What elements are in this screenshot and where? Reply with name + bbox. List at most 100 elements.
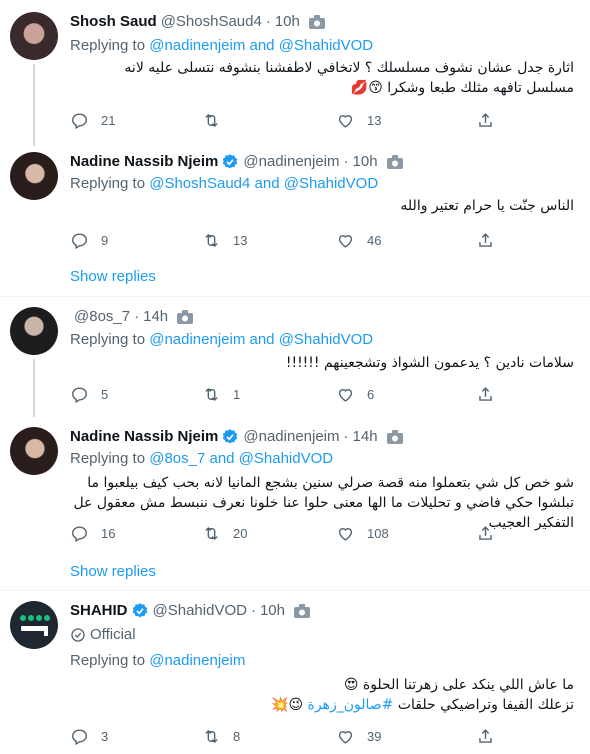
reply-icon [72, 232, 87, 249]
replying-link[interactable]: @8os_7 and @ShahidVOD [149, 450, 333, 467]
reply-icon [72, 386, 87, 403]
retweet-button[interactable]: 1 [202, 382, 240, 406]
action-bar: 5 1 6 [70, 382, 510, 406]
heart-icon [338, 234, 353, 248]
avatar[interactable] [10, 152, 58, 200]
avatar[interactable] [10, 12, 58, 60]
like-button[interactable]: 39 [336, 724, 381, 748]
author-name[interactable]: Shosh Saud [70, 12, 157, 32]
avatar[interactable] [10, 427, 58, 475]
retweet-button[interactable]: 8 [202, 724, 240, 748]
retweet-button[interactable]: 20 [202, 521, 247, 545]
like-button[interactable]: 13 [336, 108, 381, 132]
action-bar: 3 8 39 [70, 724, 510, 748]
replying-to: Replying to @nadinenjeim and @ShahidVOD [70, 36, 373, 56]
replying-prefix: Replying to [70, 450, 146, 467]
timestamp[interactable]: 10h [275, 12, 300, 32]
replying-to: Replying to @8os_7 and @ShahidVOD [70, 449, 333, 469]
tweet-shosh-saud[interactable]: Shosh Saud @ShoshSaud4 · 10h Replying to… [0, 0, 590, 146]
replying-prefix: Replying to [70, 331, 146, 348]
tweet-text-line-2: تزعلك الفيفا وتراضيكي حلقات #صالون_زهرة … [74, 695, 574, 715]
like-count: 108 [367, 525, 389, 541]
retweet-icon [205, 233, 218, 247]
author-name[interactable]: Nadine Nassib Njeim [70, 152, 218, 172]
replying-link[interactable]: @nadinenjeim [149, 652, 245, 669]
avatar[interactable] [10, 601, 58, 649]
retweet-icon [205, 729, 218, 743]
replying-link[interactable]: @ShoshSaud4 and @ShahidVOD [149, 175, 378, 192]
share-icon [479, 386, 492, 401]
retweet-count: 20 [233, 525, 248, 541]
share-button[interactable] [476, 228, 495, 252]
camera-icon [177, 310, 194, 324]
tweet-text: اثارة جدل عشان نشوف مسلسلك ؟ لاتخافي لاط… [124, 60, 574, 96]
tweet-shahid[interactable]: SHAHID @ShahidVOD · 10h Official Replyin… [0, 591, 590, 754]
dot-separator: · [343, 153, 349, 170]
share-button[interactable] [476, 108, 495, 132]
retweet-button[interactable]: 13 [202, 228, 247, 252]
text-post: 😉💥 [271, 697, 308, 713]
reply-button[interactable]: 9 [70, 228, 108, 252]
reply-icon [72, 525, 87, 542]
reply-button[interactable]: 16 [70, 521, 115, 545]
reply-button[interactable]: 21 [70, 108, 115, 132]
share-button[interactable] [476, 382, 495, 406]
reply-icon [72, 112, 87, 129]
dot-separator: · [265, 13, 271, 30]
author-handle[interactable]: @ShahidVOD [153, 601, 247, 621]
official-label: Official [70, 626, 136, 643]
replying-prefix: Replying to [70, 37, 146, 54]
official-badge-icon [71, 627, 85, 642]
hashtag-link[interactable]: #صالون_زهرة [308, 697, 394, 713]
like-button[interactable]: 108 [336, 521, 389, 545]
show-replies-link[interactable]: Show replies [70, 268, 156, 285]
replying-link[interactable]: @nadinenjeim and @ShahidVOD [149, 37, 373, 54]
verified-badge-icon [223, 429, 238, 444]
tweet-nadine-1[interactable]: Nadine Nassib Njeim @nadinenjeim · 10h R… [0, 146, 590, 296]
action-bar: 21 13 [70, 108, 510, 132]
retweet-count: 8 [233, 728, 241, 744]
reply-count: 16 [101, 525, 116, 541]
retweet-icon [205, 526, 218, 540]
like-button[interactable]: 46 [336, 228, 381, 252]
camera-icon [386, 155, 403, 169]
retweet-count: 13 [233, 232, 248, 248]
share-button[interactable] [476, 724, 495, 748]
reply-button[interactable]: 3 [70, 724, 108, 748]
author-handle[interactable]: @nadinenjeim [243, 152, 339, 172]
replying-link[interactable]: @nadinenjeim and @ShahidVOD [149, 331, 373, 348]
like-button[interactable]: 6 [336, 382, 374, 406]
reply-count: 9 [101, 232, 109, 248]
timestamp[interactable]: 10h [260, 601, 285, 621]
author-handle[interactable]: @8os_7 [74, 307, 130, 327]
retweet-count: 1 [233, 386, 241, 402]
like-count: 39 [367, 728, 382, 744]
action-bar: 16 20 108 [70, 521, 510, 545]
retweet-button[interactable] [202, 108, 233, 132]
reply-count: 21 [101, 112, 116, 128]
avatar[interactable] [10, 307, 58, 355]
heart-icon [338, 527, 353, 541]
timestamp[interactable]: 10h [353, 152, 378, 172]
dot-separator: · [343, 428, 349, 445]
thread-line [33, 359, 35, 417]
tweet-nadine-2[interactable]: Nadine Nassib Njeim @nadinenjeim · 14h R… [0, 417, 590, 590]
reply-count: 3 [101, 728, 109, 744]
show-replies-link[interactable]: Show replies [70, 563, 156, 580]
tweet-text-line-1: ما عاش اللي ينكد على زهرتنا الحلوة 😍 [343, 677, 574, 693]
author-name[interactable]: Nadine Nassib Njeim [70, 427, 218, 447]
official-text: Official [90, 626, 136, 643]
timestamp[interactable]: 14h [353, 427, 378, 447]
like-count: 13 [367, 112, 382, 128]
author-handle[interactable]: @ShoshSaud4 [161, 12, 262, 32]
verified-badge-icon [132, 603, 147, 618]
tweet-header: SHAHID @ShahidVOD · 10h [70, 601, 311, 621]
tweet-8os7[interactable]: @8os_7 · 14h Replying to @nadinenjeim an… [0, 297, 590, 417]
timestamp[interactable]: 14h [143, 307, 168, 327]
author-handle[interactable]: @nadinenjeim [243, 427, 339, 447]
author-name[interactable]: SHAHID [70, 601, 128, 621]
replying-prefix: Replying to [70, 652, 146, 669]
reply-button[interactable]: 5 [70, 382, 108, 406]
share-button[interactable] [476, 521, 495, 545]
replying-to: Replying to @ShoshSaud4 and @ShahidVOD [70, 174, 378, 194]
